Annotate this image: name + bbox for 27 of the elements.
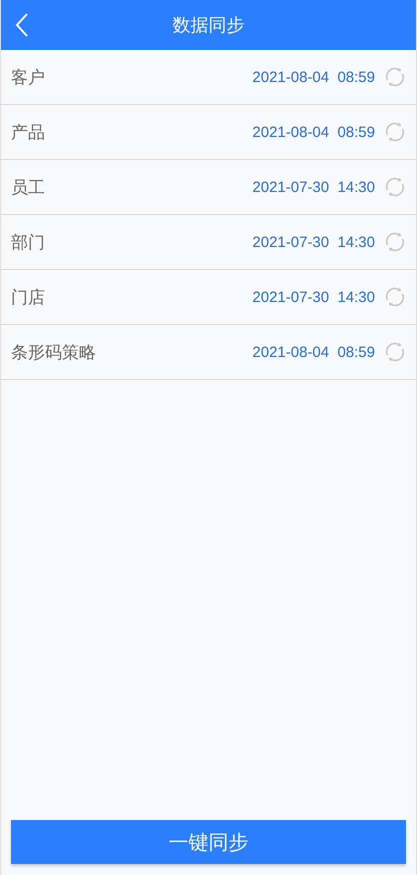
- sync-item[interactable]: 客户 2021-08-04 08:59: [1, 50, 416, 105]
- back-icon[interactable]: [15, 12, 29, 38]
- item-name: 客户: [11, 66, 46, 88]
- refresh-icon[interactable]: [384, 66, 406, 88]
- sync-time: 2021-07-30 14:30: [252, 234, 375, 250]
- refresh-icon[interactable]: [384, 176, 406, 198]
- sync-item[interactable]: 条形码策略 2021-08-04 08:59: [1, 325, 416, 380]
- sync-item[interactable]: 门店 2021-07-30 14:30: [1, 270, 416, 325]
- item-name: 产品: [11, 122, 46, 144]
- page-title: 数据同步: [172, 14, 244, 37]
- refresh-icon[interactable]: [384, 286, 406, 308]
- sync-item[interactable]: 部门 2021-07-30 14:30: [1, 215, 416, 270]
- item-name: 门店: [11, 286, 46, 308]
- item-name: 部门: [11, 232, 46, 254]
- sync-item[interactable]: 员工 2021-07-30 14:30: [1, 160, 416, 215]
- sync-time: 2021-08-04 08:59: [252, 68, 375, 86]
- refresh-icon[interactable]: [384, 341, 406, 363]
- sync-time: 2021-07-30 14:30: [252, 288, 375, 306]
- sync-time: 2021-07-30 14:30: [252, 178, 375, 196]
- refresh-icon[interactable]: [384, 121, 406, 143]
- sync-all-button[interactable]: 一键同步: [11, 820, 406, 864]
- sync-item[interactable]: 产品 2021-08-04 08:59: [1, 105, 416, 160]
- sync-time: 2021-08-04 08:59: [252, 124, 375, 140]
- refresh-icon[interactable]: [384, 231, 406, 253]
- item-name: 条形码策略: [11, 342, 97, 364]
- item-name: 员工: [11, 176, 46, 198]
- sync-time: 2021-08-04 08:59: [252, 344, 375, 360]
